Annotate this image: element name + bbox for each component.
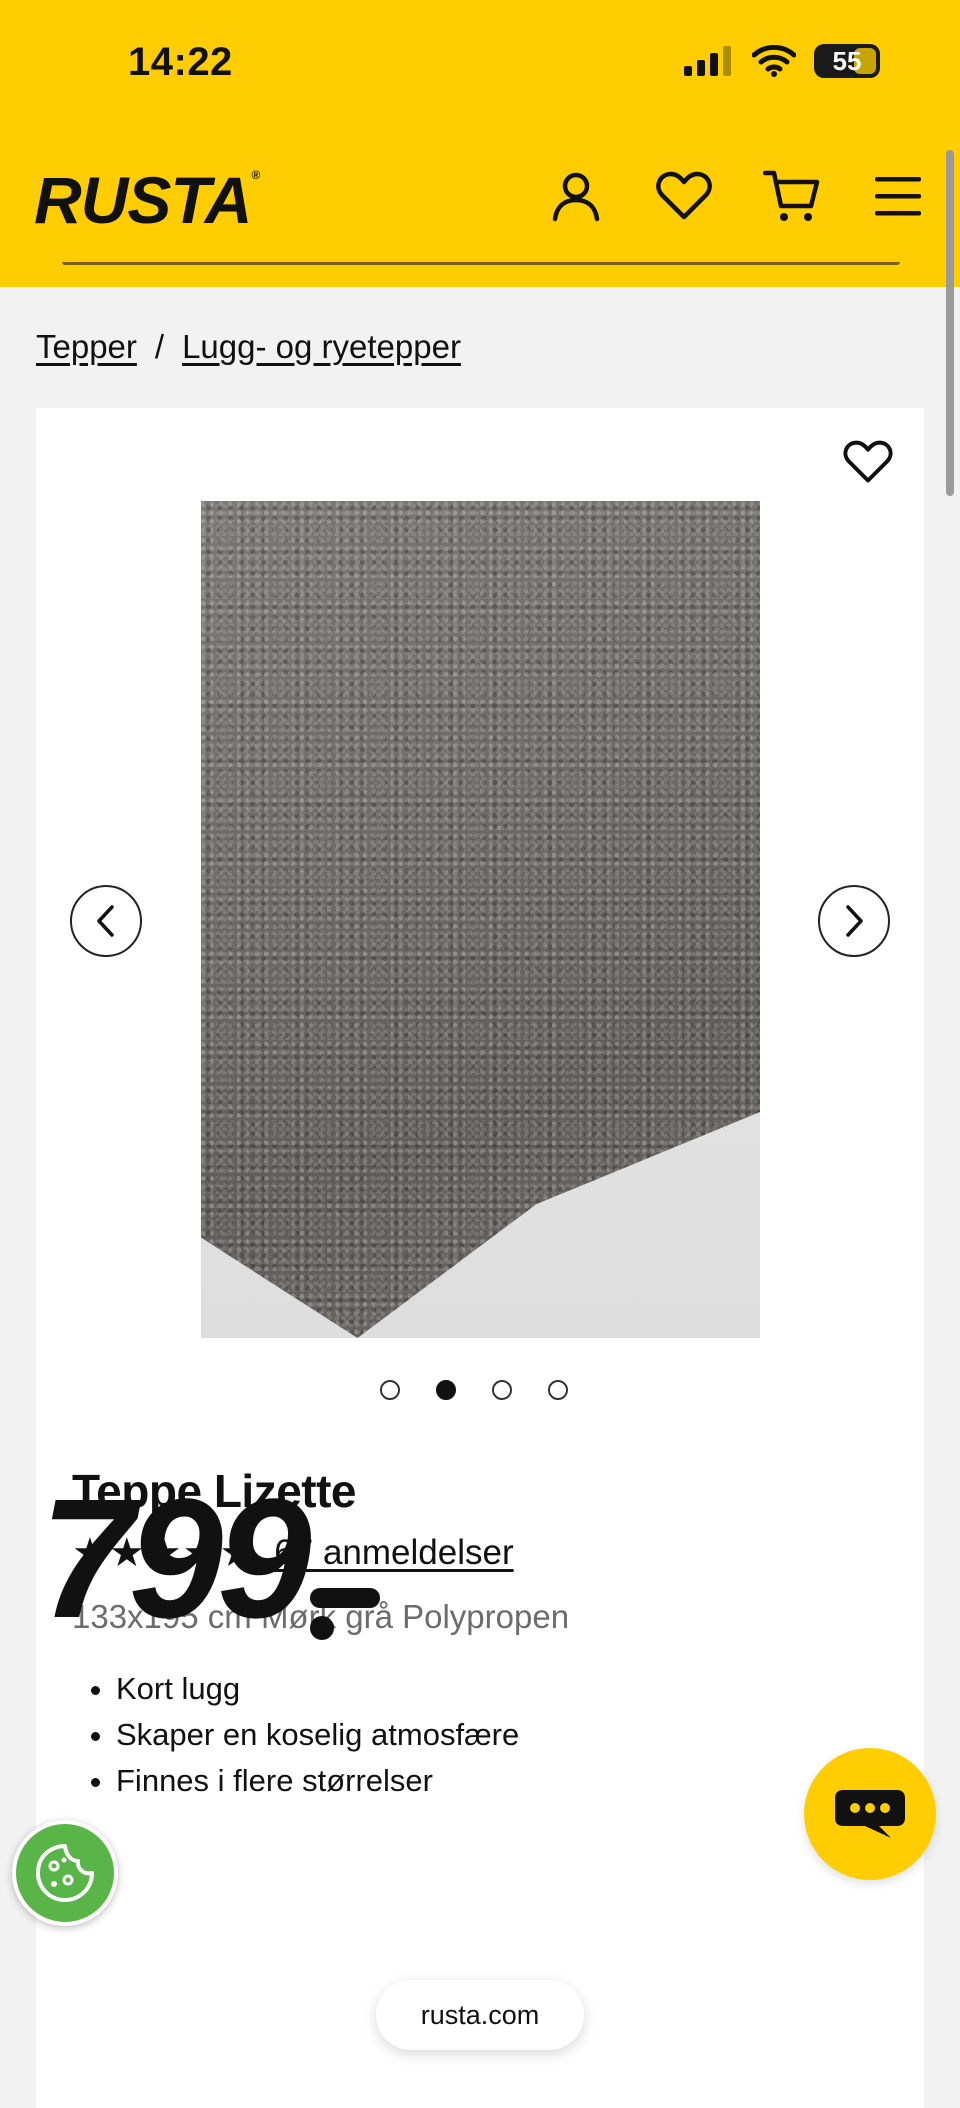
product-price: 799: [40, 1464, 312, 1654]
account-icon[interactable]: [546, 166, 606, 226]
feature-item: Skaper en koselig atmosfære: [116, 1712, 519, 1758]
breadcrumb-link-tepper[interactable]: Tepper: [36, 328, 137, 366]
signal-icon: [684, 46, 731, 76]
search-bar-edge: [62, 262, 900, 265]
breadcrumb-link-lugg[interactable]: Lugg- og ryetepper: [182, 328, 461, 366]
gallery-pagination: [380, 1380, 568, 1400]
site-header: 14:22 55 RUSTA®: [0, 0, 960, 287]
logo-registered-mark: ®: [251, 168, 260, 182]
gallery-dot-3[interactable]: [492, 1380, 512, 1400]
feature-item: Finnes i flere størrelser: [116, 1758, 519, 1804]
breadcrumb: Tepper / Lugg- og ryetepper: [36, 328, 461, 366]
battery-icon: 55: [814, 44, 880, 78]
browser-url-bar[interactable]: rusta.com: [376, 1980, 584, 2050]
menu-icon[interactable]: [868, 166, 928, 226]
price-dot: [310, 1616, 334, 1640]
cart-icon[interactable]: [762, 166, 822, 226]
wifi-icon: [752, 45, 796, 77]
product-card: Teppe Lizette ★★★★★ 67 anmeldelser 133x1…: [36, 408, 924, 2108]
chat-icon: [835, 1790, 905, 1838]
cookie-settings-button[interactable]: [12, 1820, 118, 1926]
price-dash: [310, 1588, 380, 1608]
wishlist-icon[interactable]: [654, 166, 714, 226]
battery-level: 55: [832, 45, 862, 76]
reviews-link[interactable]: 67 anmeldelser: [274, 1533, 513, 1573]
gallery-dot-1[interactable]: [380, 1380, 400, 1400]
gallery-dot-4[interactable]: [548, 1380, 568, 1400]
status-time: 14:22: [128, 40, 233, 84]
chevron-right-icon: [846, 905, 863, 937]
gallery-dot-2[interactable]: [436, 1380, 456, 1400]
feature-list: Kort lugg Skaper en koselig atmosfære Fi…: [72, 1666, 519, 1804]
chevron-left-icon: [97, 905, 114, 937]
next-image-button[interactable]: [818, 885, 890, 957]
chat-button[interactable]: [804, 1748, 936, 1880]
heart-icon: [843, 440, 893, 483]
feature-item: Kort lugg: [116, 1666, 519, 1712]
status-icons: 55: [684, 44, 880, 78]
add-to-wishlist-button[interactable]: [836, 432, 900, 492]
cookie-icon: [36, 1844, 94, 1902]
breadcrumb-separator: /: [154, 328, 165, 365]
rug-photo: [201, 501, 760, 1338]
scrollbar[interactable]: [946, 150, 954, 496]
previous-image-button[interactable]: [70, 885, 142, 957]
logo-text: RUSTA: [34, 163, 252, 237]
rusta-logo[interactable]: RUSTA®: [34, 162, 260, 238]
product-image[interactable]: [201, 501, 760, 1338]
